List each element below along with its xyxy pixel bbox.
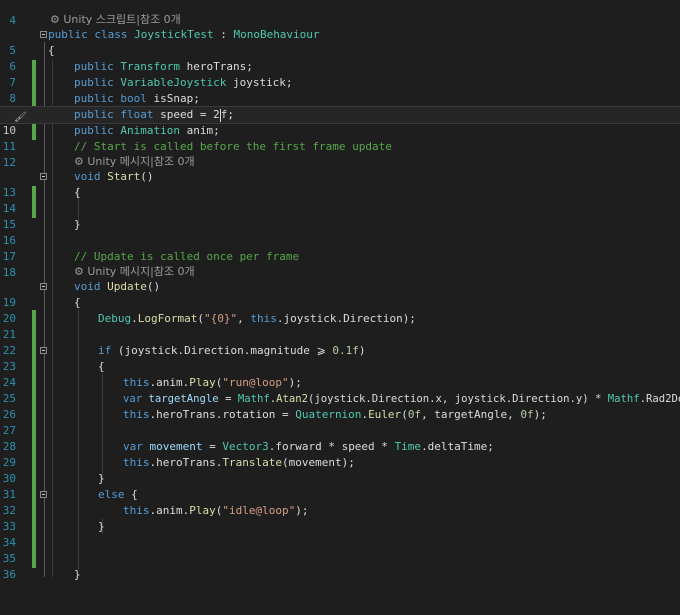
code-line[interactable]: 29 var movement = Vector3.forward * spee… [0, 439, 680, 469]
code-line[interactable]: 19 void Update() [0, 279, 680, 309]
code-line[interactable]: 26 var targetAngle = Mathf.Atan2(joystic… [0, 391, 680, 421]
code-line[interactable]: 9 public bool isSnap; [0, 91, 680, 121]
code-line[interactable]: 28 [0, 423, 680, 453]
codelens-line[interactable]: ⚙ Unity 스크립트|참조 0개 [0, 12, 680, 28]
code-line[interactable]: 31 } [0, 471, 680, 501]
code-line[interactable]: 36 [0, 551, 680, 581]
code-line[interactable]: 8 public VariableJoystick joystick; [0, 75, 680, 105]
code-line[interactable]: 13 void Start() [0, 169, 680, 199]
code-line[interactable]: } [0, 567, 680, 583]
collapse-icon[interactable] [40, 283, 47, 290]
collapse-icon[interactable] [40, 347, 47, 354]
code-line[interactable]: 5 public class JoystickTest : MonoBehavi… [0, 27, 680, 57]
codelens-method[interactable]: ⚙ Unity 메시지|참조 0개 [74, 154, 195, 170]
code-line[interactable]: 11 public Animation anim; [0, 123, 680, 153]
code-line[interactable]: 17 [0, 233, 680, 263]
codelens-line[interactable]: ⚙ Unity 메시지|참조 0개 [0, 154, 680, 170]
codelens-method[interactable]: ⚙ Unity 메시지|참조 0개 [74, 264, 195, 280]
code-line[interactable]: 22 [0, 327, 680, 357]
codelens-class[interactable]: ⚙ Unity 스크립트|참조 0개 [50, 12, 181, 28]
code-line[interactable]: 14 { [0, 185, 680, 215]
collapse-icon[interactable] [40, 31, 47, 38]
codelens-line[interactable]: ⚙ Unity 메시지|참조 0개 [0, 264, 680, 280]
code-line[interactable]: 32 else { [0, 487, 680, 517]
code-line[interactable]: 24 { [0, 359, 680, 389]
code-editor[interactable]: 4 ⚙ Unity 스크립트|참조 0개 5 public class Joys… [0, 0, 680, 581]
code-line[interactable]: 18 // Update is called once per frame [0, 249, 680, 279]
code-line[interactable]: 20 { [0, 295, 680, 325]
code-line[interactable]: 12 // Start is called before the first f… [0, 139, 680, 169]
collapse-icon[interactable] [40, 173, 47, 180]
code-line[interactable]: 15 [0, 201, 680, 231]
code-line[interactable]: 6 { [0, 43, 680, 73]
code-line[interactable]: 35 [0, 535, 680, 565]
code-line[interactable]: 23 if (joystick.Direction.magnitude ⩾ 0.… [0, 343, 680, 373]
code-line[interactable]: 27 this.heroTrans.rotation = Quaternion.… [0, 407, 680, 437]
code-line[interactable]: 7 public Transform heroTrans; [0, 59, 680, 89]
code-line[interactable]: 34 } [0, 519, 680, 549]
code-line[interactable]: 21 Debug.LogFormat("{0}", this.joystick.… [0, 311, 680, 341]
collapse-icon[interactable] [40, 491, 47, 498]
current-code-line[interactable]: 10 🖌 public float speed = 2f; [0, 106, 680, 137]
code-line[interactable]: 30 this.heroTrans.Translate(movement); [0, 455, 680, 485]
code-line[interactable]: 25 this.anim.Play("run@loop"); [0, 375, 680, 405]
code-line[interactable]: 33 this.anim.Play("idle@loop"); [0, 503, 680, 533]
code-line[interactable]: 16 } [0, 217, 680, 247]
